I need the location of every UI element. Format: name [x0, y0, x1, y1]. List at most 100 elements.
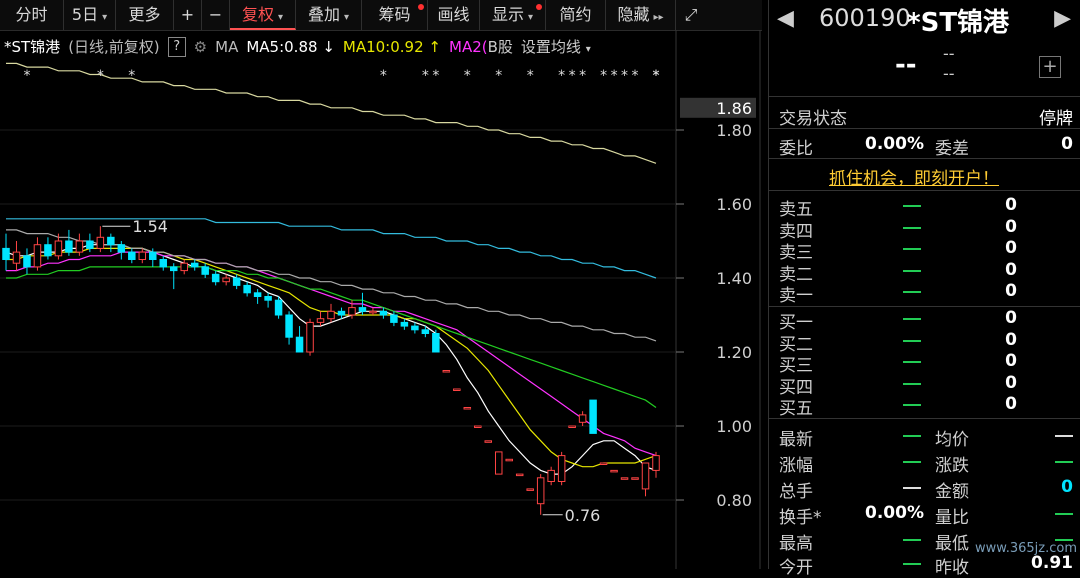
candle-body [54, 240, 63, 257]
orderbook-row: 买五 0 [779, 394, 1017, 419]
toolbar-4[interactable]: − [202, 0, 230, 30]
prev-stock-icon[interactable]: ◀ [777, 6, 794, 31]
candle-body [453, 388, 461, 391]
ma10-label: MA10:0.92 ↑ [342, 37, 441, 56]
kline-chart-area[interactable]: 1.80 1.60 1.40 1.20 1.00 0.80 1.86 1.54 0.76 * * * *… [0, 30, 762, 569]
high-marker-label: 1.54 [132, 217, 168, 236]
ma20-label: MA2( [449, 37, 488, 56]
b-share-label[interactable]: B股 [488, 36, 513, 57]
toolbar-5[interactable]: 复权 ▾ [230, 0, 296, 30]
toolbar-9[interactable]: 显示 ▾ [480, 0, 546, 30]
orderbook-row: 卖一 0 [779, 281, 1017, 306]
candle-body [253, 292, 262, 297]
toolbar-6[interactable]: 叠加 ▾ [296, 0, 362, 30]
orderbook-row: 买二 0 [779, 329, 1017, 355]
candle-body [306, 321, 314, 353]
candle-body [222, 277, 230, 283]
toolbar-3[interactable]: + [174, 0, 202, 30]
candle-body [23, 255, 31, 268]
event-marker: * [611, 68, 618, 84]
watermark: www.365jz.com [975, 541, 1077, 556]
candle-body [243, 284, 251, 294]
help-icon[interactable]: ? [167, 36, 186, 57]
order-ratio-row: 委比 0.00% 委差 0 [779, 134, 1073, 159]
ma-line-ma30 [6, 266, 657, 408]
divider [769, 306, 1080, 307]
toolbar-2[interactable]: 更多 [116, 0, 174, 30]
y-tick-label: 1.60 [716, 195, 752, 214]
candle-body [463, 407, 472, 410]
kline-chart[interactable]: 1.801.601.401.201.000.801.861.540.76* * * *… [0, 30, 762, 569]
candle-body [327, 310, 335, 320]
candle-body [65, 240, 73, 253]
candle-body [515, 473, 524, 477]
candle-body [400, 321, 409, 327]
ma5-label: MA5:0.88 ↓ [246, 37, 335, 56]
candle-body [169, 266, 178, 272]
toolbar-8[interactable]: 画线 [428, 0, 480, 30]
candle-body [641, 462, 650, 490]
candle-body [568, 425, 576, 428]
candle-body [369, 310, 377, 314]
gear-icon[interactable]: ⚙ [194, 38, 207, 56]
candle-body [149, 251, 157, 261]
event-marker: * [128, 68, 135, 84]
chart-toolbar: 分时 5日 ▾ 更多 + − 复权 ▾ 叠加 ▾ 筹码 画线 显示 ▾ 简约 隐藏 ▸▸ ⤢ [0, 0, 762, 31]
ma-settings-button[interactable]: 设置均线 ▾ [521, 36, 591, 57]
candle-body [128, 251, 136, 261]
orderbook-row: 卖五 0 [779, 195, 1017, 220]
event-marker: * [527, 68, 534, 84]
candle-body [379, 310, 388, 316]
toolbar-1[interactable]: 5日 ▾ [64, 0, 116, 30]
trading-status-row: 交易状态 停牌 [779, 109, 1073, 129]
toolbar-0[interactable]: 分时 [0, 0, 64, 30]
add-watchlist-button[interactable]: + [1039, 56, 1061, 78]
event-marker: * [464, 68, 471, 84]
stats-row-latest: 最新 均价 [779, 425, 1073, 450]
candle-body [285, 314, 293, 338]
toolbar-7[interactable]: 筹码 [362, 0, 428, 30]
event-marker: * [621, 68, 628, 84]
divider [769, 190, 1080, 191]
candle-body [358, 307, 367, 312]
stock-name: *ST锦港 [907, 8, 1010, 38]
next-stock-icon[interactable]: ▶ [1054, 6, 1071, 31]
event-marker: * [558, 68, 565, 84]
candle-body [547, 469, 555, 482]
candle-body [390, 314, 398, 323]
candle-body [631, 477, 639, 480]
toolbar-10[interactable]: 简约 [546, 0, 606, 30]
candle-body [117, 244, 126, 253]
fullscreen-icon[interactable]: ⤢ [676, 0, 706, 30]
quote-panel: ◀ 600190 *ST锦港 ▶ -- -- -- + 交易状态 停牌 委比 0… [768, 0, 1080, 578]
candle-body [190, 262, 199, 268]
candle-body [620, 477, 629, 480]
y-tick-label: 1.40 [716, 269, 752, 288]
orderbook-row: 买一 0 [779, 308, 1017, 333]
event-marker: * [97, 68, 104, 84]
candle-body [505, 458, 513, 462]
divider [769, 418, 1080, 419]
orderbook-row: 卖二 0 [779, 259, 1017, 285]
event-marker: * [495, 68, 502, 84]
candle-body [494, 451, 503, 475]
ma-line-ma20 [6, 251, 657, 457]
candle-body [159, 259, 168, 268]
last-price: -- [895, 50, 917, 80]
candle-body [211, 273, 220, 283]
y-tick-label: 1.00 [716, 417, 752, 436]
change-value: -- [943, 44, 955, 63]
ma-line-ma5 [5, 244, 657, 475]
event-marker: * [632, 68, 639, 84]
candle-body [201, 266, 209, 275]
stats-row-open-close: 今开 昨收 0.91 [779, 553, 1073, 578]
event-marker: * [600, 68, 607, 84]
candle-body [337, 310, 346, 316]
candle-body [96, 236, 105, 249]
open-account-link[interactable]: 抓住机会，即刻开户！ [829, 164, 999, 189]
candle-body [12, 251, 21, 264]
chart-mode: (日线,前复权) [68, 38, 160, 56]
divider [769, 128, 1080, 129]
toolbar-11[interactable]: 隐藏 ▸▸ [606, 0, 676, 30]
candle-body [274, 299, 283, 316]
